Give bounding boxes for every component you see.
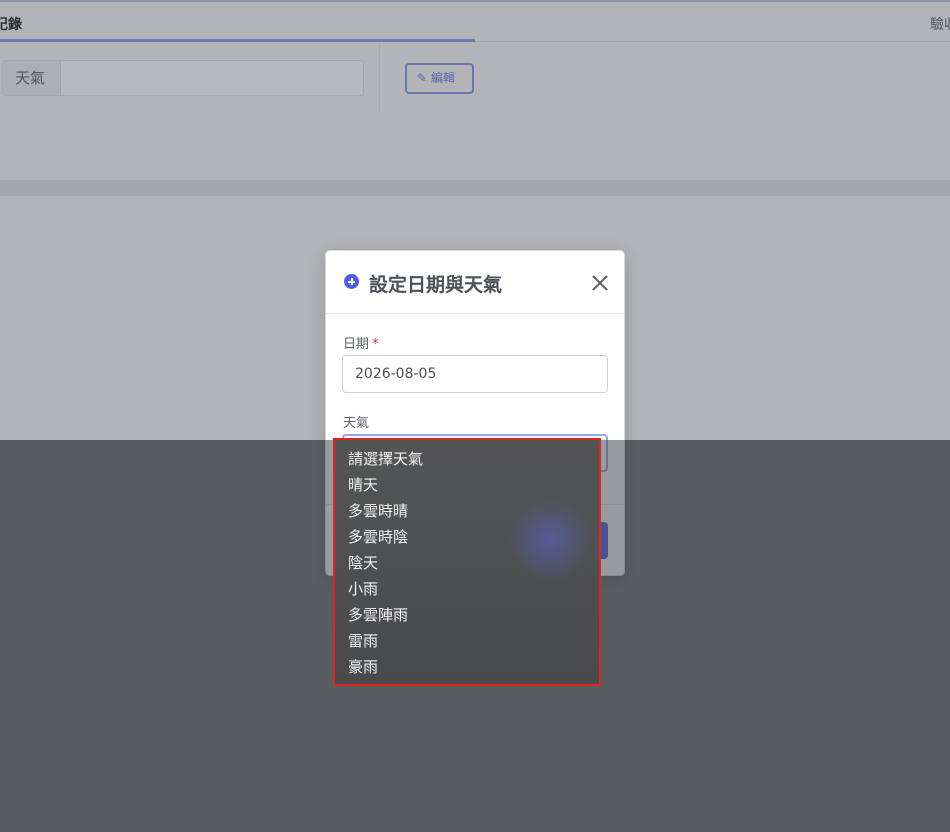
date-label: 日期 * (343, 333, 379, 352)
weather-label: 天氣 (343, 416, 370, 431)
weather-option[interactable]: 陰天 (335, 552, 599, 578)
modal-header: 設定日期與天氣 (326, 251, 624, 314)
pencil-icon: ✎ (417, 71, 428, 85)
plus-circle-icon (344, 274, 359, 289)
page-header: 記錄 驗收 (0, 2, 950, 42)
weather-option[interactable]: 多雲時陰 (335, 526, 599, 552)
required-mark: * (372, 337, 379, 352)
column-divider (379, 42, 380, 112)
date-label-text: 日期 (343, 337, 370, 352)
background-weather-field: 天氣 (2, 60, 364, 96)
page-title-right: 驗收 (930, 17, 950, 33)
weather-option[interactable]: 請選擇天氣 (335, 448, 599, 474)
close-icon[interactable] (588, 271, 612, 295)
weather-option[interactable]: 多雲時晴 (335, 500, 599, 526)
edit-button-label: 編輯 (430, 71, 455, 85)
active-tab-indicator (0, 39, 475, 42)
modal-title: 設定日期與天氣 (369, 274, 503, 296)
weather-option[interactable]: 豪雨 (335, 656, 599, 682)
weather-option[interactable]: 小雨 (335, 578, 599, 604)
weather-option[interactable]: 多雲陣雨 (335, 604, 599, 630)
weather-option[interactable]: 雷雨 (335, 630, 599, 656)
edit-button[interactable]: ✎ 編輯 (405, 63, 474, 94)
weather-dropdown-list: 請選擇天氣 晴天 多雲時晴 多雲時陰 陰天 小雨 多雲陣雨 雷雨 豪雨 (333, 438, 601, 686)
date-input[interactable] (342, 355, 608, 393)
background-weather-label: 天氣 (3, 61, 61, 95)
background-band (0, 180, 950, 196)
weather-option[interactable]: 晴天 (335, 474, 599, 500)
page-title: 記錄 (0, 17, 22, 33)
